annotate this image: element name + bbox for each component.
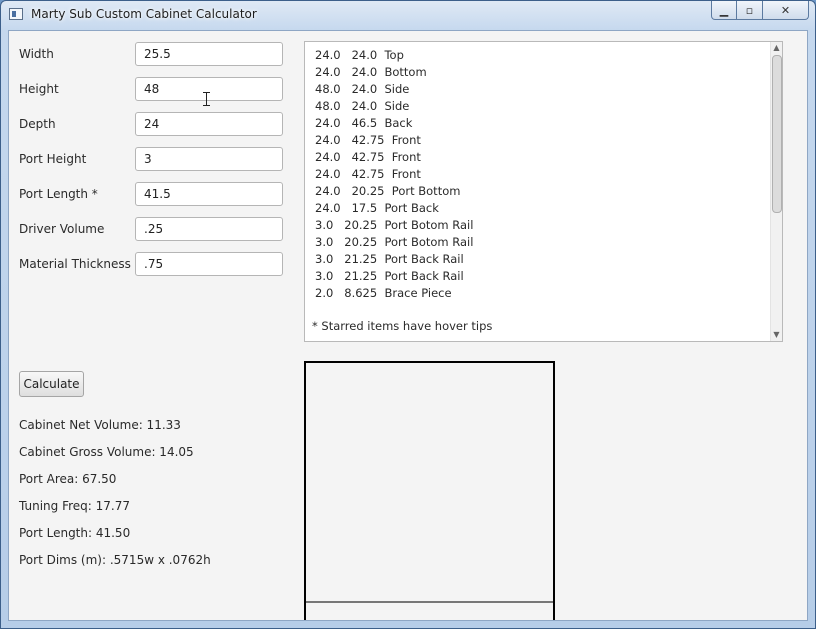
material-thickness-input[interactable] [135, 252, 283, 276]
port-length-row: Port Length * [9, 180, 299, 208]
list-item[interactable]: 24.0 24.0 Bottom [315, 64, 473, 81]
scroll-up-icon[interactable]: ▲ [771, 42, 782, 54]
port-height-label: Port Height [19, 152, 87, 166]
list-item[interactable]: 3.0 21.25 Port Back Rail [315, 268, 473, 285]
driver-volume-label: Driver Volume [19, 222, 105, 236]
height-row: Height [9, 75, 299, 103]
close-icon: ✕ [780, 3, 791, 17]
result-net-volume: Cabinet Net Volume: 11.33 [19, 418, 181, 432]
cut-list[interactable]: 24.0 24.0 Top 24.0 24.0 Bottom 48.0 24.0… [304, 41, 783, 342]
app-window: Marty Sub Custom Cabinet Calculator ▁ ▫ … [0, 0, 816, 629]
window-title: Marty Sub Custom Cabinet Calculator [31, 7, 257, 21]
minimize-icon: ▁ [719, 3, 729, 17]
list-item[interactable]: 24.0 24.0 Top [315, 47, 473, 64]
result-port-dims: Port Dims (m): .5715w x .0762h [19, 553, 211, 567]
cabinet-diagram-canvas [304, 361, 555, 620]
height-label: Height [19, 82, 59, 96]
list-item[interactable]: 24.0 42.75 Front [315, 132, 473, 149]
text-cursor-icon [202, 92, 211, 106]
scroll-down-icon[interactable]: ▼ [771, 329, 782, 341]
depth-label: Depth [19, 117, 56, 131]
width-row: Width [9, 40, 299, 68]
width-label: Width [19, 47, 54, 61]
hover-tip-note: * Starred items have hover tips [312, 319, 493, 333]
driver-volume-row: Driver Volume [9, 215, 299, 243]
close-button[interactable]: ✕ [763, 1, 809, 20]
minimize-button[interactable]: ▁ [711, 1, 737, 20]
list-item[interactable]: 2.0 8.625 Brace Piece [315, 285, 473, 302]
list-item[interactable]: 3.0 21.25 Port Back Rail [315, 251, 473, 268]
port-length-input[interactable] [135, 182, 283, 206]
port-height-input[interactable] [135, 147, 283, 171]
list-item[interactable]: 3.0 20.25 Port Botom Rail [315, 234, 473, 251]
list-item[interactable]: 24.0 17.5 Port Back [315, 200, 473, 217]
window-controls: ▁ ▫ ✕ [711, 1, 809, 21]
list-item[interactable]: 48.0 24.0 Side [315, 81, 473, 98]
title-bar[interactable]: Marty Sub Custom Cabinet Calculator ▁ ▫ … [1, 1, 815, 29]
scroll-thumb[interactable] [772, 55, 782, 213]
port-length-label[interactable]: Port Length * [19, 187, 98, 201]
depth-input[interactable] [135, 112, 283, 136]
client-area: Width Height Depth Port Height Port Leng… [8, 30, 808, 621]
result-port-length: Port Length: 41.50 [19, 526, 131, 540]
result-gross-volume: Cabinet Gross Volume: 14.05 [19, 445, 194, 459]
result-tuning-freq: Tuning Freq: 17.77 [19, 499, 130, 513]
list-item[interactable]: 48.0 24.0 Side [315, 98, 473, 115]
material-thickness-label[interactable]: Material Thickness * [19, 257, 141, 271]
calculate-button[interactable]: Calculate [19, 371, 84, 397]
list-item[interactable]: 24.0 46.5 Back [315, 115, 473, 132]
app-icon[interactable] [9, 8, 23, 20]
list-item[interactable]: 24.0 20.25 Port Bottom [315, 183, 473, 200]
cut-list-items: 24.0 24.0 Top 24.0 24.0 Bottom 48.0 24.0… [315, 47, 473, 302]
port-height-row: Port Height [9, 145, 299, 173]
result-port-area: Port Area: 67.50 [19, 472, 117, 486]
maximize-button[interactable]: ▫ [737, 1, 763, 20]
material-thickness-row: Material Thickness * [9, 250, 299, 278]
list-item[interactable]: 24.0 42.75 Front [315, 166, 473, 183]
maximize-icon: ▫ [745, 3, 754, 17]
driver-volume-input[interactable] [135, 217, 283, 241]
port-divider-line [306, 601, 553, 603]
depth-row: Depth [9, 110, 299, 138]
list-item[interactable]: 24.0 42.75 Front [315, 149, 473, 166]
vertical-scrollbar[interactable]: ▲ ▼ [770, 42, 782, 341]
list-item[interactable]: 3.0 20.25 Port Botom Rail [315, 217, 473, 234]
width-input[interactable] [135, 42, 283, 66]
